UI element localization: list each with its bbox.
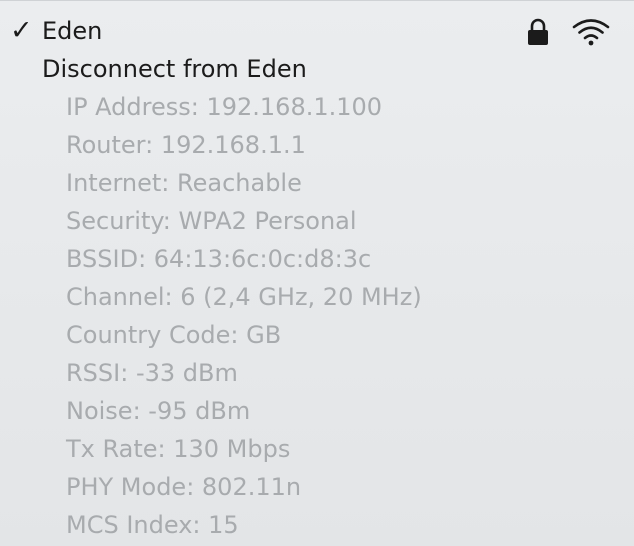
detail-text: MCS Index: 15 [66,511,239,539]
detail-text: Channel: 6 (2,4 GHz, 20 MHz) [66,283,422,311]
network-name: Eden [42,17,103,45]
detail-text: Router: 192.168.1.1 [66,131,306,159]
detail-text: Internet: Reachable [66,169,302,197]
detail-text: Country Code: GB [66,321,282,349]
detail-text: Security: WPA2 Personal [66,207,357,235]
detail-router: Router: 192.168.1.1 [0,126,634,164]
detail-text: BSSID: 64:13:6c:0c:d8:3c [66,245,372,273]
detail-mcs-index: MCS Index: 15 [0,506,634,544]
wifi-network-menu: ✓ Eden Disconnect from Eden IP Address: … [0,0,634,546]
disconnect-label: Disconnect from Eden [42,55,307,83]
detail-text: Noise: -95 dBm [66,397,251,425]
detail-channel: Channel: 6 (2,4 GHz, 20 MHz) [0,278,634,316]
detail-country-code: Country Code: GB [0,316,634,354]
detail-noise: Noise: -95 dBm [0,392,634,430]
detail-text: RSSI: -33 dBm [66,359,238,387]
detail-internet: Internet: Reachable [0,164,634,202]
wifi-icon [572,19,610,46]
detail-text: Tx Rate: 130 Mbps [66,435,291,463]
detail-text: PHY Mode: 802.11n [66,473,302,501]
detail-ip-address: IP Address: 192.168.1.100 [0,88,634,126]
detail-phy-mode: PHY Mode: 802.11n [0,468,634,506]
detail-tx-rate: Tx Rate: 130 Mbps [0,430,634,468]
checkmark-icon: ✓ [10,15,33,46]
detail-bssid: BSSID: 64:13:6c:0c:d8:3c [0,240,634,278]
disconnect-menu-item[interactable]: Disconnect from Eden [0,50,634,88]
lock-icon [528,18,548,45]
detail-text: IP Address: 192.168.1.100 [66,93,383,121]
detail-rssi: RSSI: -33 dBm [0,354,634,392]
detail-security: Security: WPA2 Personal [0,202,634,240]
